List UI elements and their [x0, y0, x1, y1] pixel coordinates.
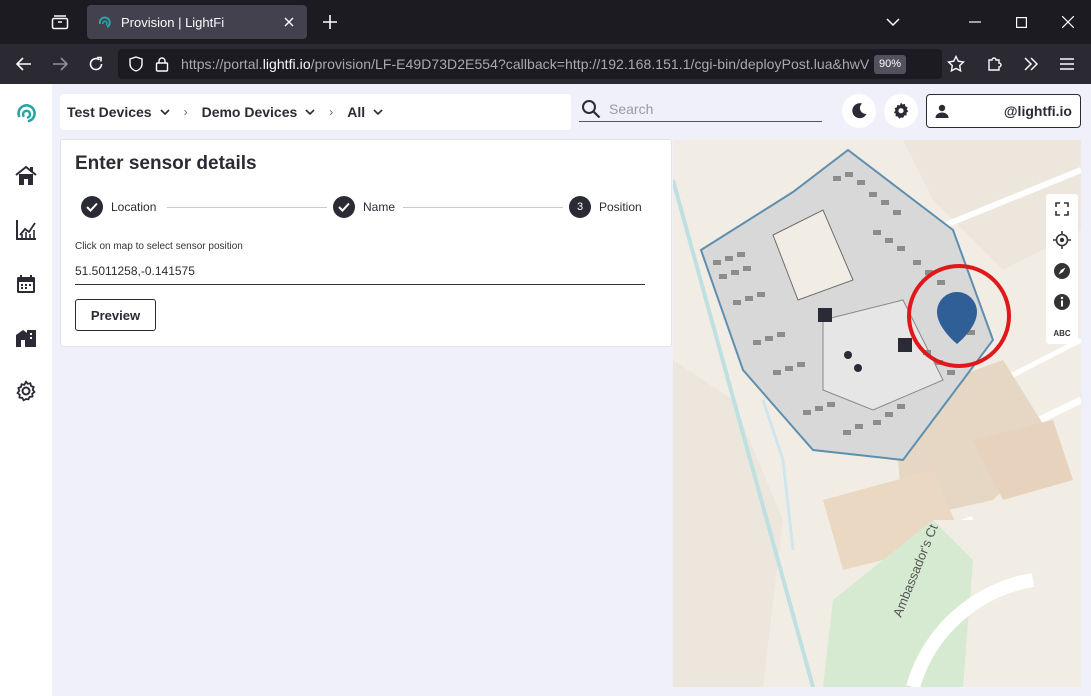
- checkmark-icon: [81, 196, 103, 218]
- chevron-down-icon: [160, 109, 170, 115]
- settings-gear-icon[interactable]: [13, 378, 39, 404]
- user-email: @lightfi.io: [1003, 103, 1072, 119]
- lightfi-logo-icon[interactable]: [13, 100, 39, 126]
- breadcrumb: Test Devices › Demo Devices › All: [60, 94, 571, 130]
- minimize-icon[interactable]: [952, 0, 998, 44]
- user-icon: [935, 104, 949, 118]
- url-path: /provision/LF-E49D73D2E554?callback=http…: [310, 56, 870, 72]
- zoom-level-badge[interactable]: 90%: [874, 55, 907, 74]
- tab-list-icon[interactable]: [870, 0, 916, 44]
- close-tab-icon[interactable]: [281, 14, 297, 30]
- breadcrumb-separator: ›: [329, 105, 334, 119]
- url-domain: lightfi.io: [262, 56, 311, 72]
- gear-icon: [893, 102, 909, 119]
- abc-icon[interactable]: ABC: [1052, 323, 1072, 343]
- map-controls: ABC: [1046, 194, 1078, 344]
- reload-icon[interactable]: [82, 50, 110, 78]
- sensor-details-card: Enter sensor details Location Name 3 Pos…: [60, 139, 672, 347]
- step-name[interactable]: Name: [333, 196, 395, 218]
- fullscreen-icon[interactable]: [1052, 199, 1072, 219]
- breadcrumb-label: Test Devices: [67, 104, 152, 120]
- step-connector: [167, 207, 327, 208]
- shield-icon[interactable]: [128, 56, 144, 72]
- maximize-icon[interactable]: [998, 0, 1044, 44]
- position-field-label: Click on map to select sensor position: [75, 241, 243, 252]
- breadcrumb-label: All: [347, 104, 366, 120]
- home-icon[interactable]: [13, 163, 39, 189]
- locate-icon[interactable]: [1052, 230, 1072, 250]
- extensions-icon[interactable]: [981, 50, 1009, 78]
- buildings-icon[interactable]: [13, 324, 39, 350]
- step-label: Name: [363, 200, 396, 214]
- browser-titlebar: Provision | LightFi: [0, 0, 1091, 44]
- back-icon[interactable]: [10, 50, 38, 78]
- chevron-down-icon: [305, 109, 315, 115]
- step-position[interactable]: 3 Position: [569, 196, 642, 218]
- step-number: 3: [569, 196, 591, 218]
- sidebar: [0, 84, 52, 696]
- floorplan-map[interactable]: Ambassador's Ct: [673, 140, 1081, 687]
- dark-mode-toggle[interactable]: [842, 94, 876, 128]
- close-window-icon[interactable]: [1045, 0, 1091, 44]
- compass-icon[interactable]: [1052, 261, 1072, 281]
- more-tools-icon[interactable]: [1017, 50, 1045, 78]
- search-box: [579, 96, 822, 122]
- app-root: Test Devices › Demo Devices › All @light…: [0, 84, 1091, 696]
- checkmark-icon: [333, 196, 355, 218]
- chevron-down-icon: [373, 109, 383, 115]
- step-label: Location: [111, 200, 157, 214]
- analytics-chart-icon[interactable]: [13, 217, 39, 243]
- url-prefix: https://portal.: [181, 56, 263, 72]
- step-label: Position: [599, 200, 642, 214]
- stepper: Location Name 3 Position: [81, 196, 663, 218]
- menu-icon[interactable]: [1053, 50, 1081, 78]
- url-text[interactable]: https://portal.lightfi.io/provision/LF-E…: [181, 56, 871, 72]
- step-connector: [403, 207, 563, 208]
- browser-tab[interactable]: Provision | LightFi: [87, 5, 307, 39]
- forward-icon[interactable]: [46, 50, 74, 78]
- url-bar[interactable]: https://portal.lightfi.io/provision/LF-E…: [118, 49, 942, 79]
- calendar-icon[interactable]: [13, 271, 39, 297]
- search-icon: [582, 99, 601, 118]
- lightfi-favicon-icon: [98, 16, 111, 28]
- position-input[interactable]: 51.5011258,-0.141575: [75, 260, 645, 285]
- step-location[interactable]: Location: [81, 196, 156, 218]
- tab-title: Provision | LightFi: [121, 14, 225, 30]
- user-account-button[interactable]: @lightfi.io: [926, 94, 1081, 128]
- new-tab-icon[interactable]: [318, 10, 342, 34]
- breadcrumb-all[interactable]: All: [347, 104, 383, 120]
- breadcrumb-demo-devices[interactable]: Demo Devices: [202, 104, 316, 120]
- tab-overview-icon[interactable]: [44, 8, 76, 36]
- breadcrumb-separator: ›: [183, 105, 188, 119]
- breadcrumb-label: Demo Devices: [201, 104, 298, 120]
- map-view[interactable]: Ambassador's Ct: [673, 140, 1081, 687]
- bookmark-star-icon[interactable]: [942, 50, 970, 78]
- browser-navbar: https://portal.lightfi.io/provision/LF-E…: [0, 44, 1091, 84]
- breadcrumb-test-devices[interactable]: Test Devices: [67, 104, 170, 120]
- preview-button[interactable]: Preview: [75, 299, 156, 331]
- moon-icon: [852, 103, 867, 119]
- lock-icon[interactable]: [154, 56, 170, 72]
- page-title: Enter sensor details: [75, 153, 257, 174]
- settings-button[interactable]: [884, 94, 918, 128]
- search-input[interactable]: [609, 100, 809, 117]
- info-icon[interactable]: [1052, 292, 1072, 312]
